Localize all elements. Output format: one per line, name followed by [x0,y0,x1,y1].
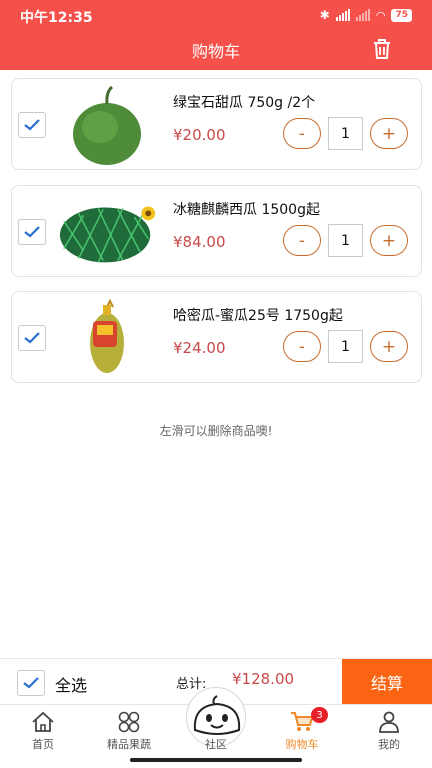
item-checkbox[interactable] [18,219,46,245]
select-all-checkbox[interactable] [17,670,45,696]
tab-label: 我的 [378,738,400,751]
tab-profile[interactable]: 我的 [346,705,432,755]
tab-produce[interactable]: 精品果蔬 [86,705,172,755]
product-name: 哈密瓜-蜜瓜25号 1750g起 [173,308,343,324]
increase-button[interactable]: + [370,225,408,256]
bluetooth-icon: ✱ [319,8,330,22]
trash-icon[interactable] [372,38,392,60]
cart-item: 哈密瓜-蜜瓜25号 1750g起 ¥24.00 - 1 + [11,291,422,383]
increase-button[interactable]: + [370,118,408,149]
battery-icon: 75 [391,8,412,22]
status-icons: ✱ ◠ 75 [320,8,412,22]
quantity-field[interactable]: 1 [328,224,363,257]
quantity-field[interactable]: 1 [328,117,363,150]
check-icon [24,332,40,344]
product-image-melon [73,85,141,165]
tab-cart[interactable]: 3 购物车 [259,705,345,755]
tab-label: 精品果蔬 [107,738,151,751]
home-icon [32,711,54,732]
tab-label: 购物车 [285,738,319,751]
check-icon [24,226,40,238]
swipe-hint: 左滑可以删除商品噢! [159,424,273,438]
user-icon [379,711,399,733]
header: 购物车 [0,30,432,70]
tab-label: 社区 [205,738,227,751]
item-checkbox[interactable] [18,112,46,138]
cart-item: 冰糖麒麟西瓜 1500g起 ¥84.00 - 1 + [11,185,422,277]
signal-icon [335,9,350,21]
product-price: ¥24.00 [173,339,226,357]
check-icon [23,677,39,689]
decrease-button[interactable]: - [283,118,321,149]
home-indicator [130,758,302,762]
decrease-button[interactable]: - [283,225,321,256]
product-name: 绿宝石甜瓜 750g /2个 [173,95,316,111]
grid-icon [118,711,140,733]
product-name: 冰糖麒麟西瓜 1500g起 [173,202,320,218]
tab-community[interactable]: 社区 [173,687,259,755]
tab-label: 首页 [32,738,54,751]
cart-item: 绿宝石甜瓜 750g /2个 ¥20.00 - 1 + [11,78,422,170]
product-image-watermelon [59,206,156,263]
tab-home[interactable]: 首页 [0,705,86,755]
page-title: 购物车 [191,42,240,61]
product-image-cantaloupe [90,298,124,373]
total-value: ¥128.00 [232,670,295,688]
signal-icon-2 [355,9,370,21]
status-bar: 中午12:35 ✱ ◠ 75 [0,0,432,30]
quantity-field[interactable]: 1 [328,330,363,363]
wifi-icon: ◠ [375,8,386,22]
product-price: ¥84.00 [173,233,226,251]
cart-badge: 3 [311,707,328,723]
check-icon [24,119,40,131]
checkout-button[interactable]: 结算 [342,659,432,705]
increase-button[interactable]: + [370,331,408,362]
decrease-button[interactable]: - [283,331,321,362]
select-all-label[interactable]: 全选 [55,672,87,696]
item-checkbox[interactable] [18,325,46,351]
product-price: ¥20.00 [173,126,226,144]
status-time: 中午12:35 [20,10,93,26]
